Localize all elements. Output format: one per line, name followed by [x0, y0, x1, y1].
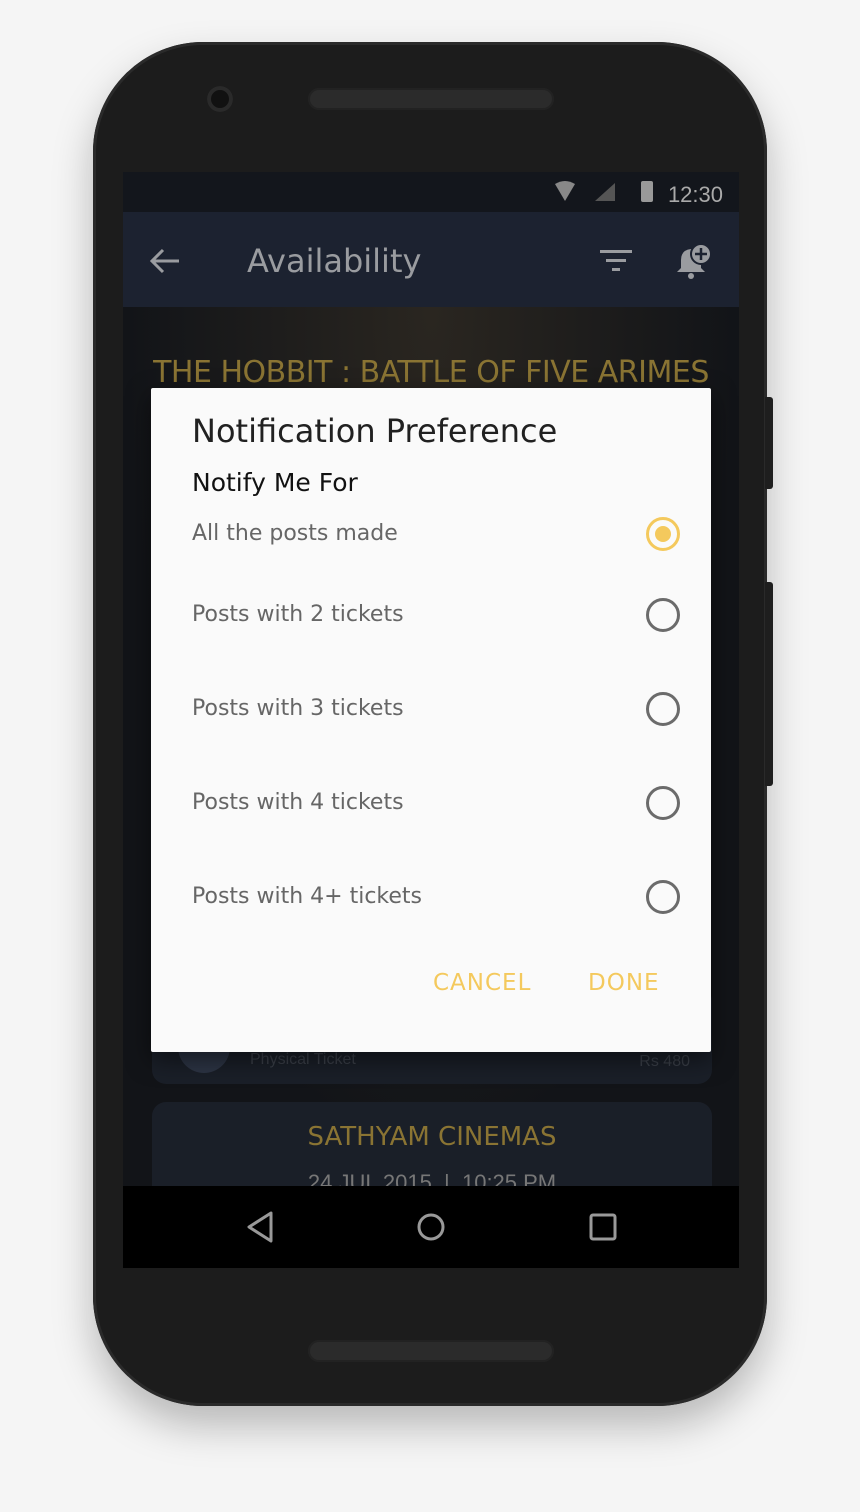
theatre-name: SATHYAM CINEMAS	[307, 1122, 557, 1152]
dialog-subtitle: Notify Me For	[192, 468, 358, 497]
status-bar: 12:30	[123, 172, 739, 212]
option-label: Posts with 4 tickets	[192, 790, 404, 815]
status-icons	[555, 181, 653, 202]
ticket-price: Rs 480	[639, 1053, 690, 1070]
volume-button	[765, 582, 773, 786]
power-button	[765, 397, 773, 489]
nav-home-icon[interactable]	[416, 1212, 446, 1242]
nav-bar	[123, 1186, 739, 1268]
option-all-posts[interactable]: All the posts made	[151, 505, 711, 565]
option-2-tickets[interactable]: Posts with 2 tickets	[151, 586, 711, 646]
option-label: All the posts made	[192, 521, 398, 546]
cancel-button[interactable]: CANCEL	[433, 970, 531, 996]
radio[interactable]	[646, 786, 680, 820]
option-4-tickets[interactable]: Posts with 4 tickets	[151, 774, 711, 834]
bottom-speaker	[308, 1340, 554, 1362]
signal-icon	[595, 183, 615, 201]
radio[interactable]	[646, 692, 680, 726]
option-3-tickets[interactable]: Posts with 3 tickets	[151, 680, 711, 740]
clock: 12:30	[667, 182, 723, 207]
filter-icon[interactable]	[600, 250, 634, 274]
nav-recents-icon[interactable]	[589, 1213, 617, 1241]
option-label: Posts with 3 tickets	[192, 696, 404, 721]
dialog-title: Notification Preference	[192, 412, 558, 450]
ticket-type: Physical Ticket	[250, 1051, 356, 1068]
page-title: Availability	[247, 242, 422, 280]
radio[interactable]	[646, 598, 680, 632]
wifi-icon	[555, 181, 575, 201]
done-button[interactable]: DONE	[588, 970, 660, 996]
battery-icon	[641, 181, 653, 202]
top-speaker	[308, 88, 554, 110]
front-camera	[207, 86, 233, 112]
radio[interactable]	[646, 880, 680, 914]
option-label: Posts with 2 tickets	[192, 602, 404, 627]
nav-back-icon[interactable]	[245, 1210, 275, 1244]
option-4plus-tickets[interactable]: Posts with 4+ tickets	[151, 868, 711, 928]
bell-add-icon[interactable]	[673, 242, 713, 282]
option-label: Posts with 4+ tickets	[192, 884, 422, 909]
back-arrow-icon[interactable]	[149, 247, 181, 275]
notification-preference-dialog: Notification Preference Notify Me For Al…	[151, 388, 711, 1052]
radio-selected[interactable]	[646, 517, 680, 551]
movie-title: THE HOBBIT : BATTLE OF FIVE ARIMES	[153, 355, 709, 390]
app-bar: Availability	[123, 212, 739, 307]
